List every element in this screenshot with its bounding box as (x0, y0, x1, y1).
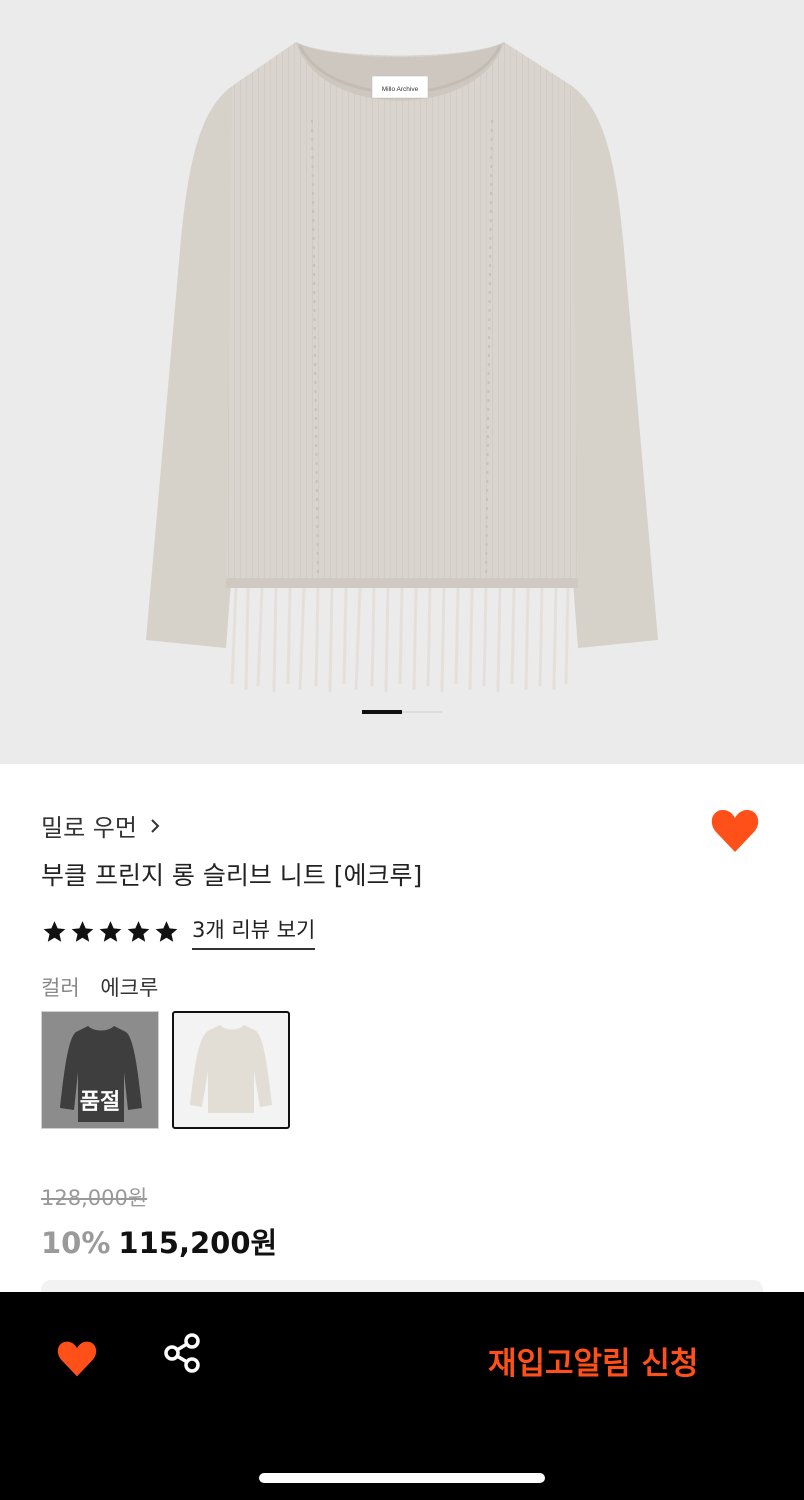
original-price: 128,000원 (41, 1186, 148, 1210)
color-value: 에크루 (100, 976, 159, 1000)
product-title: 부클 프린지 롱 슬리브 니트 [에크루] (41, 861, 423, 890)
price-row: 10% 115,200원 (41, 1220, 277, 1262)
heart-icon[interactable] (710, 808, 760, 854)
product-image-carousel[interactable]: Millo Archive (0, 0, 804, 764)
star-icon (155, 921, 178, 942)
brand-link[interactable]: 밀로 우먼 (41, 808, 161, 843)
chevron-right-icon (151, 818, 160, 833)
carousel-pager (362, 710, 442, 714)
garment-label-text: Millo Archive (382, 86, 419, 93)
bottom-action-bar: 재입고알림 신청 (0, 1292, 804, 1500)
rating-stars (41, 919, 180, 945)
star-icon (71, 921, 94, 942)
discount-rate: 10% (41, 1226, 111, 1260)
pager-active-indicator (362, 710, 402, 714)
product-photo: Millo Archive (146, 42, 658, 693)
heart-icon[interactable] (56, 1340, 98, 1378)
rating-row: 3개 리뷰 보기 (41, 914, 316, 950)
sold-out-badge: 품절 (79, 1090, 121, 1115)
star-icon (43, 921, 66, 942)
color-option-row: 컬러 에크루 (41, 972, 158, 1002)
sale-price: 115,200원 (118, 1226, 278, 1260)
share-icon[interactable] (162, 1332, 204, 1374)
restock-alert-button[interactable]: 재입고알림 신청 (488, 1338, 698, 1383)
pager-track (402, 711, 442, 713)
color-swatch-ecru[interactable] (172, 1011, 290, 1129)
star-icon (99, 921, 122, 942)
home-indicator[interactable] (259, 1473, 545, 1483)
brand-name: 밀로 우먼 (41, 814, 137, 842)
color-swatch-charcoal[interactable]: 품절 (41, 1011, 159, 1129)
product-detail-page: Millo Archive 밀로 우먼 부클 프린지 롱 슬리브 니트 [에크루… (0, 0, 804, 1500)
star-icon (127, 921, 150, 942)
swatch-thumbnail (190, 1025, 272, 1113)
review-link[interactable]: 3개 리뷰 보기 (192, 914, 316, 950)
color-label: 컬러 (41, 976, 80, 1000)
